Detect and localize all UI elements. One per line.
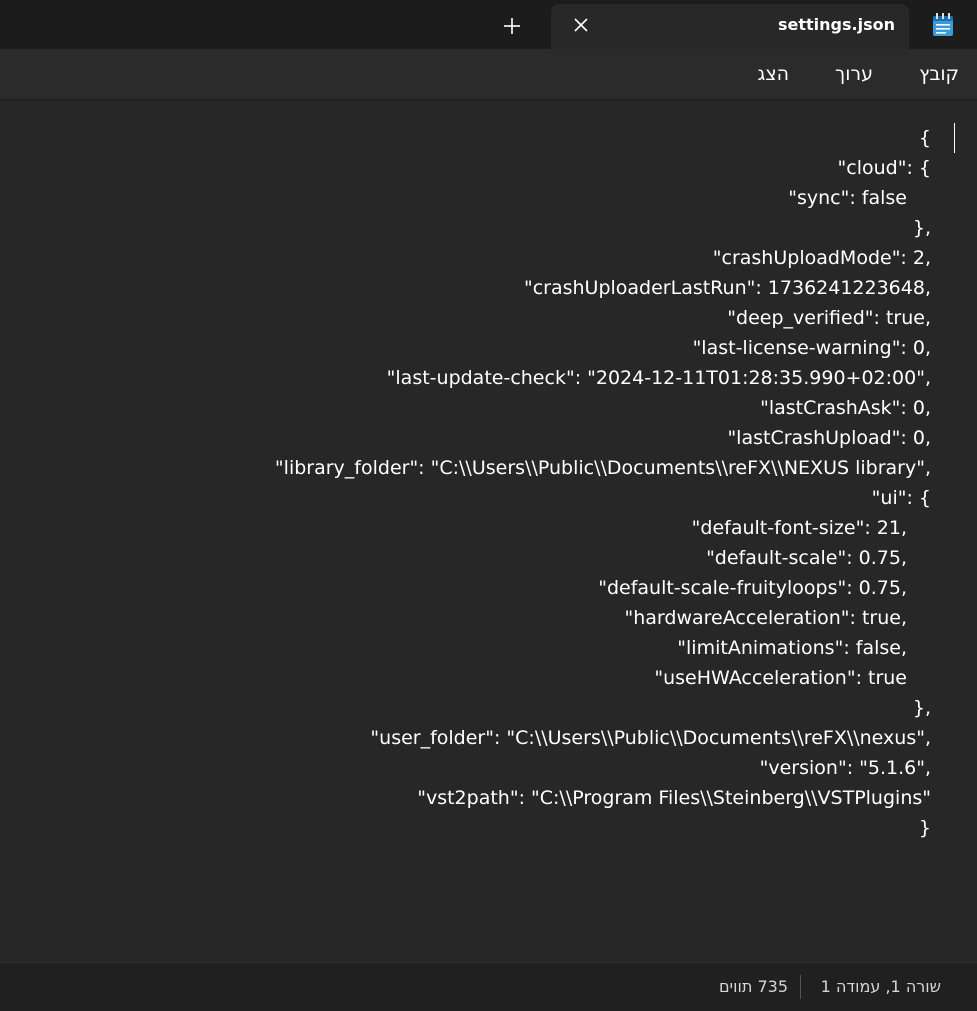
editor-line: "default-scale-fruityloops": 0.75, xyxy=(598,577,907,599)
editor-line: "useHWAcceleration": true xyxy=(654,667,907,689)
editor-line: "crashUploadMode": 2, xyxy=(712,247,931,269)
plus-icon[interactable] xyxy=(501,15,523,37)
editor-line: "lastCrashUpload": 0, xyxy=(727,427,931,449)
editor-line: "user_folder": "C:\\Users\\Public\\Docum… xyxy=(370,727,931,749)
text-caret xyxy=(954,123,955,153)
menu-bar: קובץ ערוך הצג xyxy=(0,49,977,100)
tab-settings-json[interactable]: settings.json xyxy=(551,4,909,49)
menu-edit[interactable]: ערוך xyxy=(835,63,873,85)
editor-line: "vst2path": "C:\\Program Files\\Steinber… xyxy=(417,787,931,809)
editor-line: "last-update-check": "2024-12-11T01:28:3… xyxy=(386,367,931,389)
status-divider xyxy=(800,975,801,999)
editor-line: "hardwareAcceleration": true, xyxy=(624,607,907,629)
menu-file[interactable]: קובץ xyxy=(919,63,959,85)
editor-line: "ui": { xyxy=(871,487,931,509)
editor-line: "default-font-size": 21, xyxy=(691,517,907,539)
menu-view[interactable]: הצג xyxy=(757,63,789,85)
editor-line: "library_folder": "C:\\Users\\Public\\Do… xyxy=(274,457,931,479)
editor-line: "deep_verified": true, xyxy=(727,307,931,329)
text-editor[interactable]: { "cloud": { "sync": false }, "crashUplo… xyxy=(0,100,977,962)
editor-line: "default-scale": 0.75, xyxy=(706,547,907,569)
editor-line: }, xyxy=(912,217,931,239)
editor-line: "last-license-warning": 0, xyxy=(692,337,931,359)
editor-line: "limitAnimations": false, xyxy=(677,637,907,659)
editor-line: { xyxy=(918,127,931,149)
editor-line: "sync": false xyxy=(788,187,907,209)
close-icon[interactable] xyxy=(571,15,591,35)
cursor-position: שורה 1, עמודה 1 xyxy=(820,977,941,996)
title-bar: settings.json xyxy=(0,0,977,49)
editor-line: "cloud": { xyxy=(837,157,931,179)
notepad-icon xyxy=(933,13,953,36)
editor-line: "crashUploaderLastRun": 1736241223648, xyxy=(523,277,931,299)
tab-title: settings.json xyxy=(778,15,895,34)
editor-line: "version": "5.1.6", xyxy=(759,757,931,779)
editor-line: "lastCrashAsk": 0, xyxy=(760,397,931,419)
notepad-window: settings.json קובץ ערוך הצג { "cloud": {… xyxy=(0,0,977,1011)
editor-line: } xyxy=(918,817,931,839)
character-count: 735 תווים xyxy=(718,977,788,996)
editor-line: }, xyxy=(912,697,931,719)
status-bar: שורה 1, עמודה 1 735 תווים xyxy=(0,962,977,1011)
